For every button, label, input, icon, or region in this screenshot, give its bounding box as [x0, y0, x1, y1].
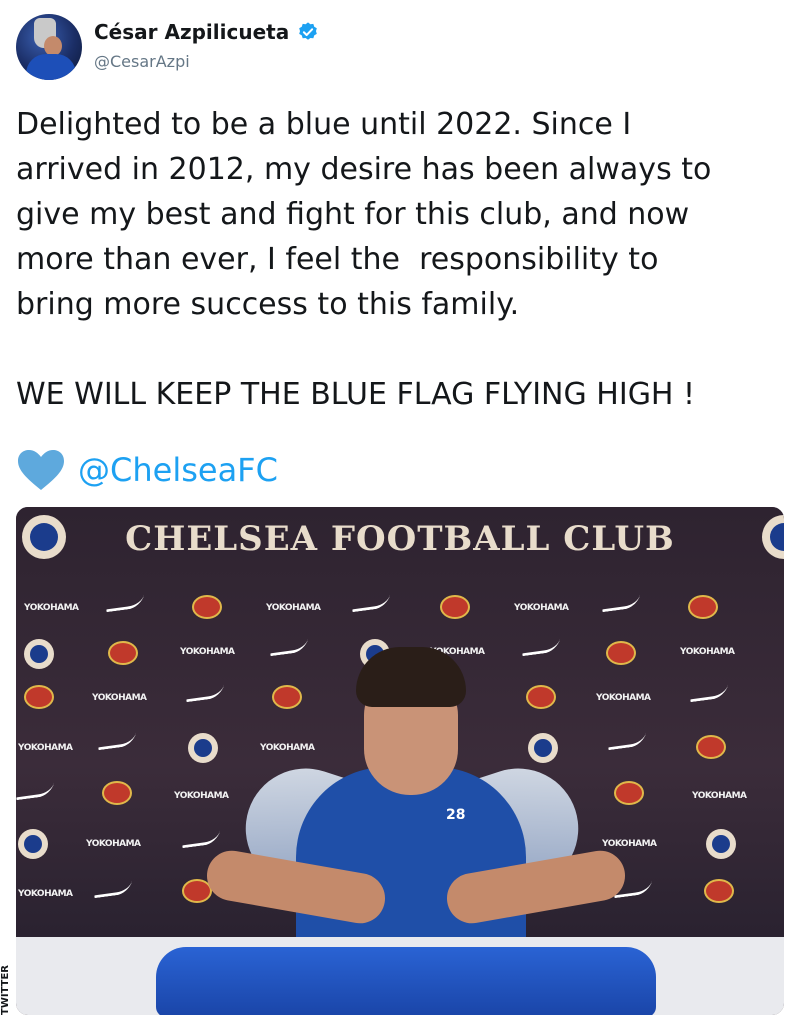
- sponsor-logo: YOKOHAMA: [18, 889, 73, 899]
- swoosh-logo: [97, 732, 137, 751]
- sponsor-logo: YOKOHAMA: [18, 743, 73, 753]
- player-figure: 28: [203, 647, 629, 967]
- swoosh-logo: [689, 684, 729, 703]
- crest-logo: [706, 829, 736, 859]
- swoosh-logo: [16, 782, 55, 801]
- carabao-logo: [102, 781, 132, 805]
- carabao-logo: [108, 641, 138, 665]
- author-name-row: César Azpilicueta: [94, 20, 319, 44]
- sponsor-logo: YOKOHAMA: [514, 603, 569, 613]
- photo-credit: TWITTER: [0, 960, 14, 1020]
- player-hair: [356, 647, 466, 707]
- chelsea-shirt: [156, 947, 656, 1015]
- tweet-body-text: Delighted to be a blue until 2022. Since…: [16, 107, 712, 412]
- sponsor-logo: YOKOHAMA: [86, 839, 141, 849]
- shirt-number: 28: [446, 807, 466, 823]
- swoosh-logo: [601, 594, 641, 613]
- carabao-logo: [440, 595, 470, 619]
- sponsor-logo: YOKOHAMA: [92, 693, 147, 703]
- chelseafc-mention-link[interactable]: @ChelseaFC: [78, 451, 278, 489]
- carabao-logo: [704, 879, 734, 903]
- swoosh-logo: [105, 594, 145, 613]
- carabao-logo: [696, 735, 726, 759]
- avatar-body: [26, 54, 76, 80]
- profile-avatar[interactable]: [16, 14, 82, 80]
- tweet-header: César Azpilicueta @CesarAzpi: [16, 12, 776, 82]
- carabao-logo: [192, 595, 222, 619]
- crest-logo: [24, 639, 54, 669]
- swoosh-logo: [351, 594, 391, 613]
- avatar-head: [44, 36, 62, 56]
- blue-heart-icon: [16, 448, 66, 492]
- sponsor-logo: YOKOHAMA: [266, 603, 321, 613]
- carabao-logo: [24, 685, 54, 709]
- mention-row: @ChelseaFC: [16, 448, 278, 492]
- tweet-photo[interactable]: CHELSEA FOOTBALL CLUB YOKOHAMA YOKOHAMA …: [16, 507, 784, 1015]
- sponsor-logo: YOKOHAMA: [24, 603, 79, 613]
- verified-badge-icon: [297, 21, 319, 43]
- swoosh-logo: [93, 880, 133, 899]
- backdrop-title: CHELSEA FOOTBALL CLUB: [125, 519, 675, 559]
- carabao-logo: [614, 781, 644, 805]
- author-display-name[interactable]: César Azpilicueta: [94, 20, 289, 44]
- sponsor-logo: YOKOHAMA: [692, 791, 747, 801]
- sponsor-logo: YOKOHAMA: [680, 647, 735, 657]
- author-handle[interactable]: @CesarAzpi: [94, 52, 190, 71]
- carabao-logo: [688, 595, 718, 619]
- crest-logo: [18, 829, 48, 859]
